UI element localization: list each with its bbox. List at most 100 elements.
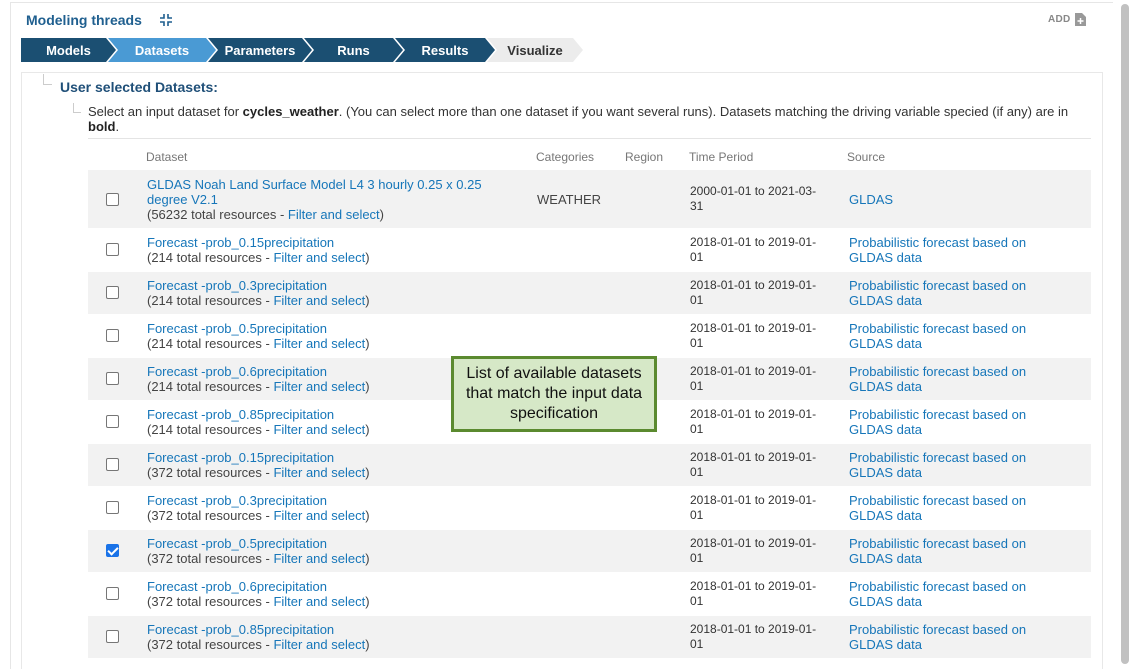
- dataset-cell: Forecast -prob_0.85precipitation (372 tot…: [147, 622, 507, 652]
- row-checkbox[interactable]: [106, 372, 119, 385]
- table-row: Forecast -prob_0.5precipitation (214 tota…: [88, 315, 1091, 358]
- source-link[interactable]: Probabilistic forecast based on GLDAS da…: [849, 622, 1059, 652]
- instr-text: .: [115, 119, 120, 134]
- source-link[interactable]: Probabilistic forecast based on GLDAS da…: [849, 579, 1059, 609]
- paren-close: ): [365, 551, 370, 566]
- filter-select-link[interactable]: Filter and select: [273, 250, 365, 265]
- source-link[interactable]: Probabilistic forecast based on GLDAS da…: [849, 278, 1059, 308]
- step-parameters[interactable]: Parameters: [208, 38, 312, 62]
- row-checkbox[interactable]: [106, 630, 119, 643]
- step-visualize[interactable]: Visualize: [487, 38, 583, 62]
- dataset-name-link[interactable]: Forecast -prob_0.15precipitation: [147, 450, 507, 465]
- resources-count: (56232 total resources -: [147, 207, 288, 222]
- category-cell: WEATHER: [537, 192, 602, 207]
- row-checkbox[interactable]: [106, 415, 119, 428]
- dataset-resources: (372 total resources - Filter and select…: [147, 637, 507, 652]
- period-cell: 2018-01-01 to 2019-01-01: [690, 278, 817, 307]
- filter-select-link[interactable]: Filter and select: [273, 551, 365, 566]
- paren-close: ): [365, 508, 370, 523]
- dataset-name-link[interactable]: Forecast -prob_0.15precipitation: [147, 235, 507, 250]
- col-period: Time Period: [689, 150, 754, 164]
- dataset-name-link[interactable]: GLDAS Noah Land Surface Model L4 3 hourl…: [147, 177, 507, 207]
- table-row: Forecast -prob_0.3precipitation (372 tota…: [88, 487, 1091, 530]
- step-label: Visualize: [507, 42, 563, 58]
- row-checkbox[interactable]: [106, 587, 119, 600]
- table-row: Forecast -prob_0.3precipitation (214 tota…: [88, 272, 1091, 315]
- source-link[interactable]: Probabilistic forecast based on GLDAS da…: [849, 321, 1059, 351]
- step-results[interactable]: Results: [395, 38, 495, 62]
- source-link[interactable]: Probabilistic forecast based on GLDAS da…: [849, 235, 1059, 265]
- filter-select-link[interactable]: Filter and select: [273, 379, 365, 394]
- bold-word: bold: [88, 119, 116, 134]
- dataset-name-link[interactable]: Forecast -prob_0.5precipitation: [147, 536, 507, 551]
- row-checkbox[interactable]: [106, 544, 119, 557]
- period-cell: 2018-01-01 to 2019-01-01: [690, 321, 817, 350]
- filter-select-link[interactable]: Filter and select: [273, 422, 365, 437]
- table-row: Forecast -prob_0.5precipitation (372 tota…: [88, 530, 1091, 573]
- period-cell: 2018-01-01 to 2019-01-01: [690, 364, 817, 393]
- dataset-name-link[interactable]: Forecast -prob_0.3precipitation: [147, 493, 507, 508]
- model-name: cycles_weather: [242, 104, 339, 119]
- step-label: Parameters: [224, 42, 296, 58]
- source-link[interactable]: Probabilistic forecast based on GLDAS da…: [849, 536, 1059, 566]
- dataset-name-link[interactable]: Forecast -prob_0.5precipitation: [147, 321, 507, 336]
- add-button[interactable]: ADD: [1048, 13, 1086, 26]
- resources-count: (372 total resources -: [147, 594, 274, 609]
- col-source: Source: [847, 150, 886, 164]
- col-region: Region: [625, 150, 664, 164]
- table-row: Forecast -prob_0.85precipitation (372 tot…: [88, 616, 1091, 659]
- resources-count: (372 total resources -: [147, 637, 274, 652]
- add-file-icon: [1074, 13, 1086, 26]
- page-title: Modeling threads: [26, 12, 142, 28]
- table-row: GLDAS Noah Land Surface Model L4 3 hourl…: [88, 170, 1091, 229]
- row-checkbox[interactable]: [106, 193, 119, 206]
- filter-select-link[interactable]: Filter and select: [273, 637, 365, 652]
- filter-select-link[interactable]: Filter and select: [288, 207, 380, 222]
- step-runs[interactable]: Runs: [304, 38, 403, 62]
- step-label: Models: [46, 42, 91, 58]
- dataset-resources: (214 total resources - Filter and select…: [147, 336, 507, 351]
- paren-close: ): [365, 293, 370, 308]
- filter-select-link[interactable]: Filter and select: [273, 594, 365, 609]
- dataset-cell: Forecast -prob_0.3precipitation (372 tota…: [147, 493, 507, 523]
- dataset-name-link[interactable]: Forecast -prob_0.6precipitation: [147, 579, 507, 594]
- paren-close: ): [365, 250, 370, 265]
- source-link[interactable]: Probabilistic forecast based on GLDAS da…: [849, 493, 1059, 523]
- filter-select-link[interactable]: Filter and select: [273, 465, 365, 480]
- dataset-cell: Forecast -prob_0.3precipitation (214 tota…: [147, 278, 507, 308]
- row-checkbox[interactable]: [106, 243, 119, 256]
- dataset-name-link[interactable]: Forecast -prob_0.85precipitation: [147, 622, 507, 637]
- row-checkbox[interactable]: [106, 501, 119, 514]
- resources-count: (372 total resources -: [147, 465, 274, 480]
- table-row: Forecast -prob_0.15precipitation (214 tot…: [88, 229, 1091, 272]
- table-row: Forecast -prob_0.15precipitation (372 tot…: [88, 444, 1091, 487]
- source-link[interactable]: Probabilistic forecast based on GLDAS da…: [849, 450, 1059, 480]
- source-link[interactable]: Probabilistic forecast based on GLDAS da…: [849, 407, 1059, 437]
- period-cell: 2018-01-01 to 2019-01-01: [690, 622, 817, 651]
- dataset-cell: Forecast -prob_0.5precipitation (214 tota…: [147, 321, 507, 351]
- filter-select-link[interactable]: Filter and select: [273, 508, 365, 523]
- period-cell: 2018-01-01 to 2019-01-01: [690, 493, 817, 522]
- resources-count: (372 total resources -: [147, 508, 274, 523]
- dataset-resources: (214 total resources - Filter and select…: [147, 250, 507, 265]
- paren-close: ): [365, 594, 370, 609]
- source-link[interactable]: Probabilistic forecast based on GLDAS da…: [849, 364, 1059, 394]
- resources-count: (214 total resources -: [147, 379, 274, 394]
- dataset-name-link[interactable]: Forecast -prob_0.3precipitation: [147, 278, 507, 293]
- col-dataset: Dataset: [146, 150, 188, 164]
- step-models[interactable]: Models: [21, 38, 116, 62]
- period-cell: 2000-01-01 to 2021-03-31: [690, 184, 817, 213]
- filter-select-link[interactable]: Filter and select: [273, 293, 365, 308]
- row-checkbox[interactable]: [106, 329, 119, 342]
- row-checkbox[interactable]: [106, 286, 119, 299]
- resources-count: (214 total resources -: [147, 250, 274, 265]
- paren-close: ): [365, 465, 370, 480]
- step-datasets[interactable]: Datasets: [108, 38, 216, 62]
- row-checkbox[interactable]: [106, 458, 119, 471]
- dataset-cell: Forecast -prob_0.15precipitation (214 tot…: [147, 235, 507, 265]
- filter-select-link[interactable]: Filter and select: [273, 336, 365, 351]
- source-link[interactable]: GLDAS: [849, 192, 1059, 207]
- collapse-arrows-icon[interactable]: [158, 12, 174, 28]
- scrollbar-thumb[interactable]: [1121, 4, 1129, 664]
- dataset-cell: GLDAS Noah Land Surface Model L4 3 hourl…: [147, 177, 507, 222]
